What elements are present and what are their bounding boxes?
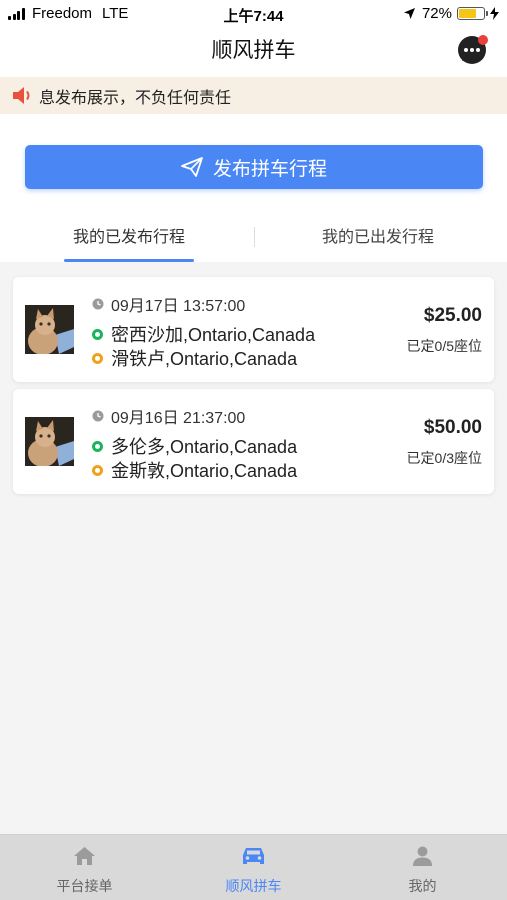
publish-trip-button[interactable]: 发布拼车行程: [25, 145, 483, 189]
tab-bar-label: 顺风拼车: [225, 878, 282, 894]
tab-departed-trips[interactable]: 我的已出发行程: [300, 215, 456, 262]
trip-seats: 已定0/5座位: [406, 338, 482, 354]
destination-text: 金斯敦,Ontario,Canada: [111, 461, 298, 481]
cat-photo-icon: [25, 417, 74, 466]
location-arrow-icon: [403, 8, 415, 19]
car-icon: [243, 848, 264, 864]
avatar: [25, 305, 74, 354]
chat-bubble-icon: [458, 35, 488, 64]
tab-divider: [254, 227, 255, 247]
origin-dot-icon: [92, 440, 103, 452]
charging-bolt-icon: [490, 7, 499, 20]
tab-bar-item-mine[interactable]: 我的: [338, 835, 507, 900]
cat-photo-icon: [25, 305, 74, 354]
trip-origin: 密西沙加,Ontario,Canada: [92, 321, 315, 347]
unread-badge: [478, 35, 488, 45]
trip-card[interactable]: 09月16日 21:37:00 多伦多,Ontario,Canada 金斯敦,O…: [13, 389, 494, 494]
notice-bar: 息发布展示，不负任何责任: [0, 77, 507, 114]
destination-text: 滑铁卢,Ontario,Canada: [111, 349, 298, 369]
origin-text: 密西沙加,Ontario,Canada: [111, 325, 316, 345]
tab-bar-label: 平台接单: [56, 878, 113, 894]
tab-bar-item-carpool[interactable]: 顺风拼车: [169, 835, 338, 900]
trip-datetime: 09月17日 13:57:00: [111, 298, 246, 315]
destination-dot-icon: [92, 352, 103, 364]
battery-icon: [457, 7, 488, 20]
trip-destination: 金斯敦,Ontario,Canada: [92, 457, 297, 483]
trip-tabs: 我的已发布行程 我的已出发行程: [0, 215, 507, 262]
chat-button[interactable]: [456, 33, 490, 67]
trip-origin: 多伦多,Ontario,Canada: [92, 433, 297, 459]
bottom-tab-bar: 平台接单 顺风拼车 我的: [0, 834, 507, 900]
trip-price: $50.00: [423, 417, 482, 438]
person-icon: [413, 846, 432, 866]
tab-bar-item-platform-orders[interactable]: 平台接单: [0, 835, 169, 900]
speaker-icon: [13, 87, 30, 104]
page-title: 顺风拼车: [211, 39, 296, 62]
trip-destination: 滑铁卢,Ontario,Canada: [92, 345, 297, 371]
notice-text: 息发布展示，不负任何责任: [39, 89, 232, 107]
home-icon: [74, 847, 95, 865]
trip-price: $25.00: [423, 305, 482, 326]
origin-text: 多伦多,Ontario,Canada: [111, 437, 298, 457]
trip-time-row: 09月16日 21:37:00: [92, 404, 245, 428]
active-tab-indicator: [64, 259, 194, 262]
origin-dot-icon: [92, 328, 103, 340]
paper-plane-icon: [181, 157, 203, 177]
tab-bar-label: 我的: [408, 878, 437, 894]
status-bar: Freedom LTE 上午7:44 72%: [0, 0, 507, 28]
avatar: [25, 417, 74, 466]
trip-card[interactable]: 09月17日 13:57:00 密西沙加,Ontario,Canada 滑铁卢,…: [13, 277, 494, 382]
battery-percent: 72%: [421, 5, 452, 22]
clock-icon: [92, 410, 104, 422]
clock-icon: [92, 298, 104, 310]
trip-datetime: 09月16日 21:37:00: [111, 410, 246, 427]
status-right: 72%: [403, 5, 499, 22]
battery-fill: [459, 9, 477, 18]
publish-button-label: 发布拼车行程: [212, 158, 327, 180]
destination-dot-icon: [92, 464, 103, 476]
trip-seats: 已定0/3座位: [406, 450, 482, 466]
trip-time-row: 09月17日 13:57:00: [92, 292, 245, 316]
tab-published-trips[interactable]: 我的已发布行程: [64, 215, 194, 262]
